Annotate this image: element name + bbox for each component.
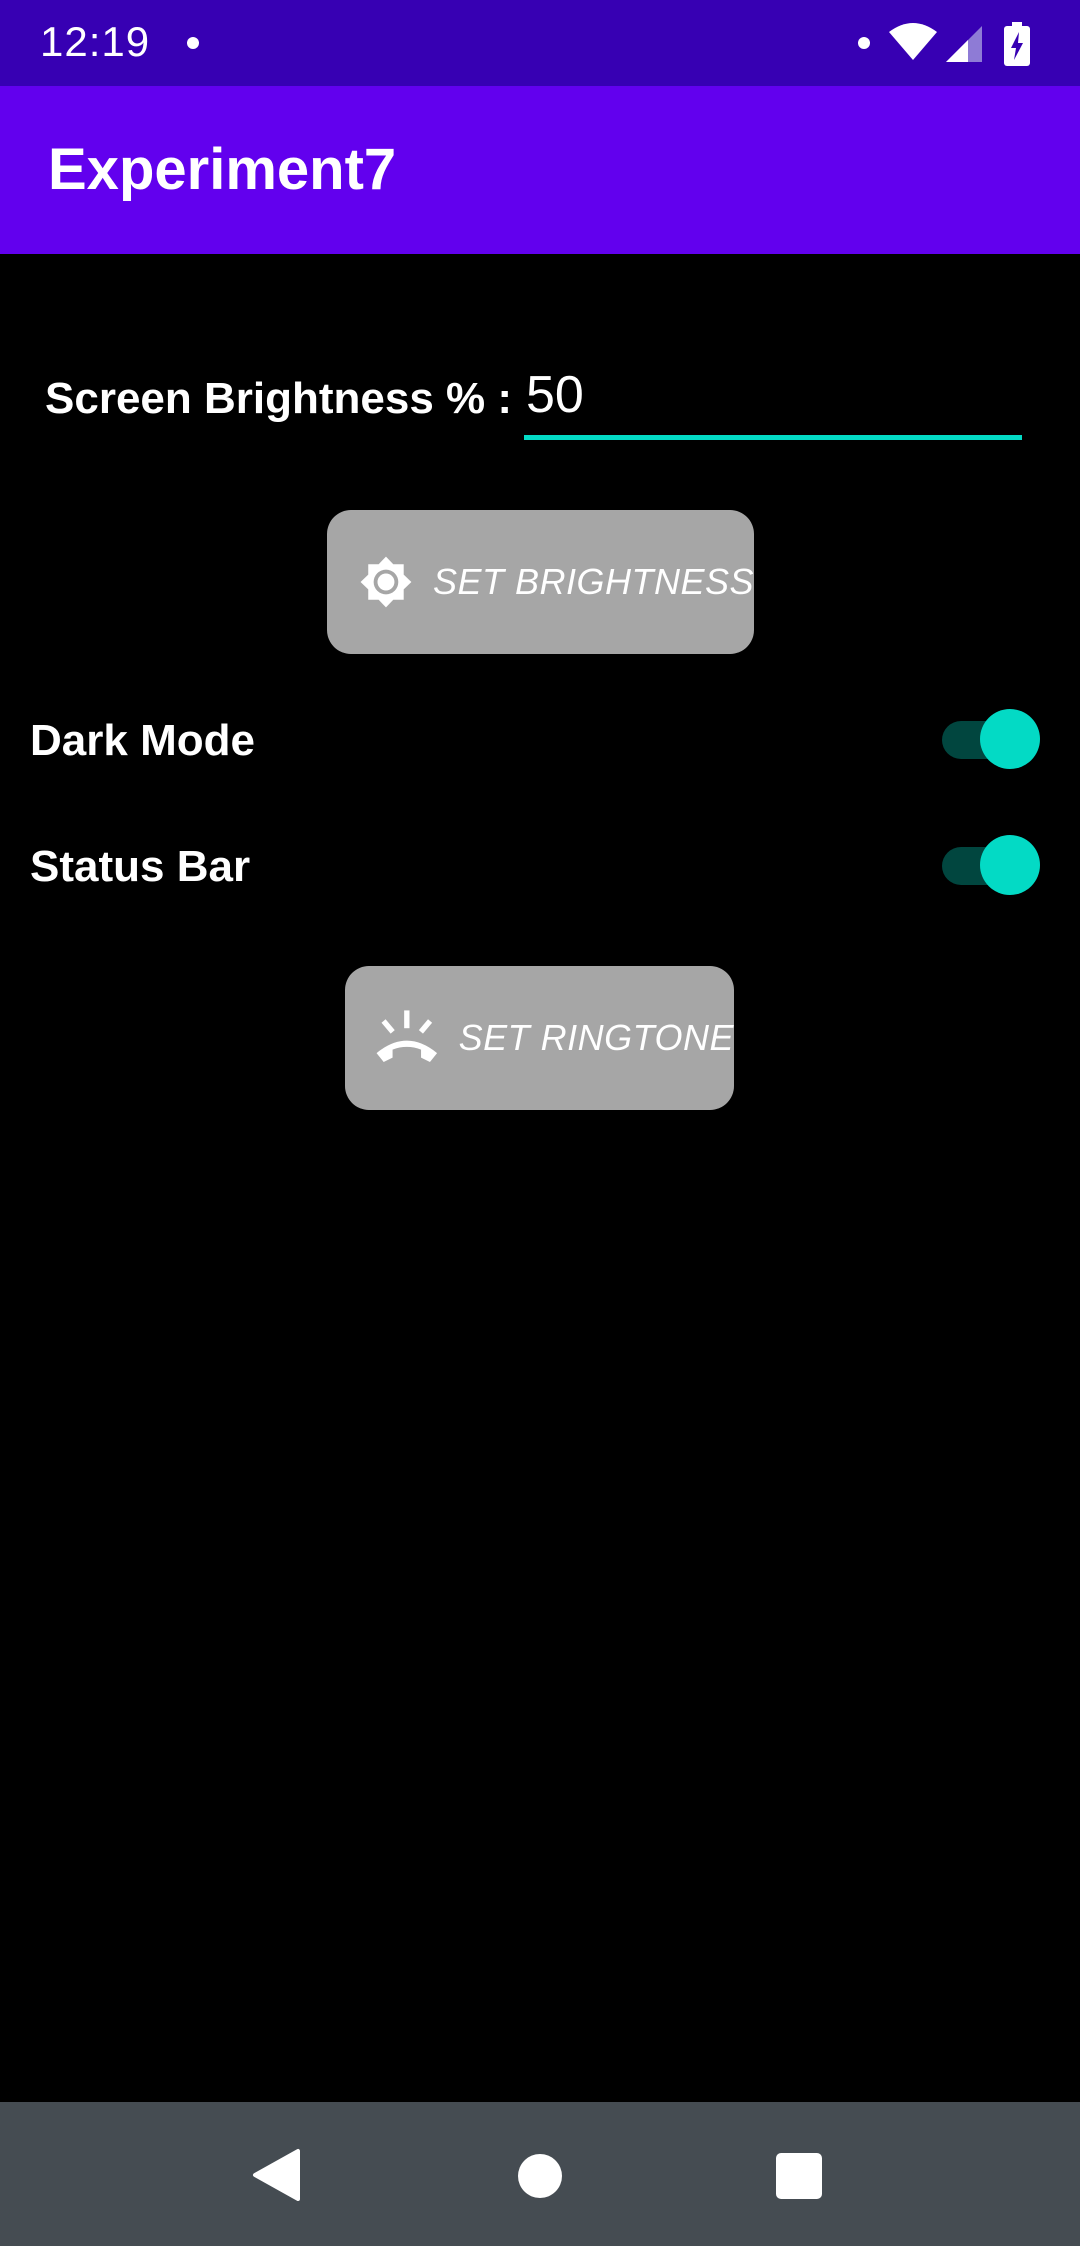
brightness-label: Screen Brightness % : [45,374,513,423]
set-ringtone-button[interactable]: SET RINGTONE [345,966,734,1110]
navigation-bar [0,2102,1080,2246]
notification-dot-icon [858,37,870,49]
status-time: 12:19 [40,18,151,65]
brightness-icon [360,556,412,608]
battery-charging-icon [1004,22,1030,66]
app-bar: Experiment7 [0,86,1080,254]
status-bar-switch[interactable] [942,835,1040,897]
dark-mode-label: Dark Mode [30,716,255,765]
brightness-input[interactable] [524,362,1022,440]
status-bar: 12:19 [0,0,1080,86]
wifi-icon [889,23,937,60]
app-screen: 12:19 Experiment7 Screen Brightness % : … [0,0,1080,2246]
dark-mode-switch[interactable] [942,709,1040,771]
switch-thumb [980,835,1040,895]
set-brightness-label: SET BRIGHTNESS [432,561,754,602]
set-ringtone-label: SET RINGTONE [458,1017,734,1058]
recents-icon[interactable] [776,2153,822,2199]
notification-dot-icon [187,37,199,49]
back-icon[interactable] [252,2148,300,2202]
set-brightness-button[interactable]: SET BRIGHTNESS [327,510,754,654]
switch-thumb [980,709,1040,769]
signal-icon [946,26,982,62]
home-icon[interactable] [518,2154,562,2198]
ringing-phone-icon [376,1010,438,1063]
app-title: Experiment7 [48,137,397,202]
status-bar-label: Status Bar [30,842,251,891]
